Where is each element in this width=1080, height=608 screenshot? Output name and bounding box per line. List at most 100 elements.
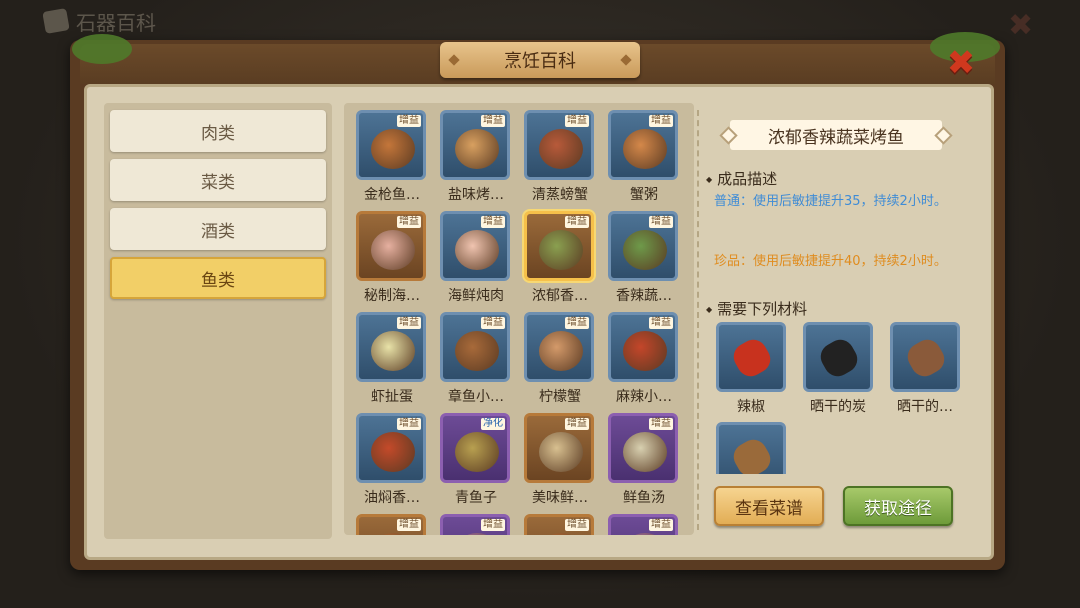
dish-icon: 增益 xyxy=(524,413,594,483)
buff-badge: 增益 xyxy=(565,317,589,329)
category-tab[interactable]: 菜类 xyxy=(110,159,326,201)
dish-icon: 增益 xyxy=(524,110,594,180)
dish-name: 柠檬蟹 xyxy=(539,389,581,405)
dish-item[interactable]: 增益浓郁香… xyxy=(524,211,596,305)
food-icon xyxy=(455,432,499,472)
food-icon xyxy=(623,129,667,169)
dish-name: 秘制海… xyxy=(364,288,420,304)
buff-badge: 增益 xyxy=(397,317,421,329)
food-icon xyxy=(539,129,583,169)
buff-badge: 增益 xyxy=(565,519,589,531)
food-icon xyxy=(623,432,667,472)
category-tab[interactable]: 酒类 xyxy=(110,208,326,250)
category-tab[interactable]: 鱼类 xyxy=(110,257,326,299)
buff-badge: 增益 xyxy=(649,115,673,127)
dish-name: 清蒸螃蟹 xyxy=(532,187,588,203)
buff-badge: 增益 xyxy=(481,216,505,228)
background-close-icon: ✖ xyxy=(1008,8,1034,43)
dish-icon: 增益 xyxy=(356,110,426,180)
buff-badge: 增益 xyxy=(481,519,505,531)
charcoal-icon xyxy=(803,322,873,392)
get-source-button[interactable]: 获取途径 xyxy=(843,486,953,526)
dish-item[interactable]: 增益 香辣蔬… xyxy=(608,211,680,305)
dish-name: 青鱼子 xyxy=(455,490,497,506)
food-icon xyxy=(539,331,583,371)
food-icon xyxy=(455,230,499,270)
buff-badge: 增益 xyxy=(481,115,505,127)
dish-icon: 增益 xyxy=(608,211,678,281)
food-icon xyxy=(623,533,667,535)
buff-badge: 增益 xyxy=(649,418,673,430)
buff-badge: 增益 xyxy=(649,216,673,228)
close-button[interactable]: ✖ xyxy=(944,46,978,80)
material-item[interactable]: 晒干的炭 xyxy=(803,322,873,416)
dish-item[interactable]: 增益章鱼小… xyxy=(440,312,512,406)
dish-name: 浓郁香… xyxy=(532,288,588,304)
view-recipe-button[interactable]: 查看菜谱 xyxy=(714,486,824,526)
dish-item[interactable]: 增益 蟹粥 xyxy=(608,110,680,204)
dish-icon: 增益 xyxy=(440,514,510,535)
dish-icon: 增益 xyxy=(608,110,678,180)
dish-item[interactable]: 增益 鲜鱼汤 xyxy=(608,413,680,507)
buff-badge: 增益 xyxy=(565,115,589,127)
dish-item[interactable]: 增益 xyxy=(524,514,596,535)
dish-icon: 增益 xyxy=(524,312,594,382)
dish-item[interactable]: 增益 xyxy=(356,514,428,535)
dish-item[interactable]: 增益清蒸螃蟹 xyxy=(524,110,596,204)
category-tab[interactable]: 肉类 xyxy=(110,110,326,152)
dish-item[interactable]: 增益 美味鲜… xyxy=(524,413,596,507)
dish-item[interactable]: 净化青鱼子 xyxy=(440,413,512,507)
food-icon xyxy=(371,129,415,169)
dish-item[interactable]: 增益 xyxy=(440,514,512,535)
dish-icon: 增益 xyxy=(608,312,678,382)
material-item[interactable]: 辣椒 xyxy=(716,322,786,416)
dish-icon: 增益 xyxy=(356,413,426,483)
buff-badge: 增益 xyxy=(481,317,505,329)
description-heading: 成品描述 xyxy=(706,168,777,189)
material-name: 晒干的… xyxy=(897,399,953,415)
fish-icon xyxy=(716,422,786,474)
food-icon xyxy=(371,230,415,270)
material-item[interactable] xyxy=(716,422,786,474)
dish-item[interactable]: 增益秘制海… xyxy=(356,211,428,305)
dish-name: 盐味烤… xyxy=(448,187,504,203)
dish-icon: 净化 xyxy=(440,413,510,483)
dish-item[interactable]: 增益 油焖香… xyxy=(356,413,428,507)
dish-item[interactable]: 增益柠檬蟹 xyxy=(524,312,596,406)
dish-icon: 增益 xyxy=(608,413,678,483)
food-icon xyxy=(455,331,499,371)
buff-badge: 净化 xyxy=(481,418,505,430)
dish-title: 浓郁香辣蔬菜烤鱼 xyxy=(730,120,942,150)
dish-icon: 增益 xyxy=(356,514,426,535)
dish-name: 金枪鱼… xyxy=(364,187,420,203)
buff-badge: 增益 xyxy=(649,519,673,531)
food-icon xyxy=(623,230,667,270)
buff-badge: 增益 xyxy=(649,317,673,329)
dish-icon: 增益 xyxy=(524,211,594,281)
material-name: 辣椒 xyxy=(737,399,765,415)
food-icon xyxy=(539,230,583,270)
dish-grid[interactable]: 增益 金枪鱼… 增益 盐味烤… 增益 清蒸螃蟹 增益 蟹粥 增益 秘制海… 增益 海鲜炖肉 增益 浓郁香…… xyxy=(344,103,694,535)
buff-badge: 增益 xyxy=(397,418,421,430)
dish-name: 麻辣小… xyxy=(616,389,672,405)
dish-name: 海鲜炖肉 xyxy=(448,288,504,304)
dish-item[interactable]: 增益海鲜炖肉 xyxy=(440,211,512,305)
food-icon xyxy=(623,331,667,371)
dish-icon: 增益 xyxy=(440,110,510,180)
dish-item[interactable]: 增益金枪鱼… xyxy=(356,110,428,204)
dish-item[interactable]: 增益盐味烤… xyxy=(440,110,512,204)
buff-badge: 增益 xyxy=(397,216,421,228)
material-name: 晒干的炭 xyxy=(810,399,866,415)
food-icon xyxy=(371,533,415,535)
dish-item[interactable]: 增益麻辣小… xyxy=(608,312,680,406)
food-icon xyxy=(455,129,499,169)
dish-name: 章鱼小… xyxy=(448,389,504,405)
dish-item[interactable]: 增益 xyxy=(608,514,680,535)
dish-item[interactable]: 增益 虾扯蛋 xyxy=(356,312,428,406)
dish-icon: 增益 xyxy=(440,211,510,281)
material-item[interactable]: 晒干的… xyxy=(890,322,960,416)
book-icon xyxy=(42,8,70,34)
food-icon xyxy=(455,533,499,535)
dish-icon: 增益 xyxy=(356,211,426,281)
dish-icon: 增益 xyxy=(440,312,510,382)
